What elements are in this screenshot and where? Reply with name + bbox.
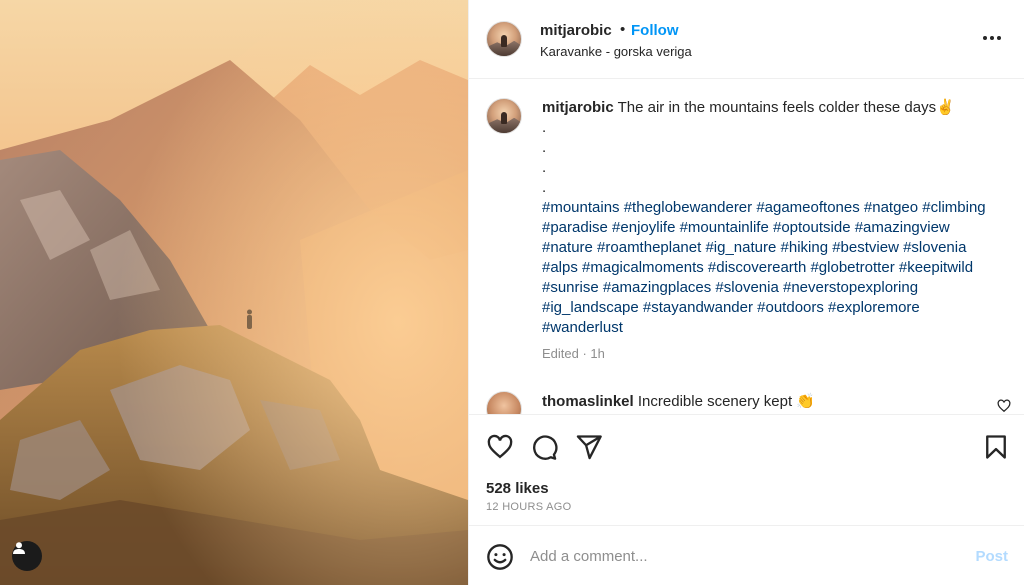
follow-button[interactable]: Follow xyxy=(631,22,679,39)
caption-text: mitjarobic The air in the mountains feel… xyxy=(542,98,1002,338)
post-header: mitjarobic • Follow Karavanke - gorska v… xyxy=(469,0,1024,79)
caption-section: mitjarobic The air in the mountains feel… xyxy=(469,80,1024,414)
user-tag-icon[interactable] xyxy=(12,541,42,571)
post-details-panel: mitjarobic • Follow Karavanke - gorska v… xyxy=(468,0,1024,585)
caption-author[interactable]: mitjarobic xyxy=(542,99,614,116)
comment-bubble-icon[interactable] xyxy=(530,433,558,461)
caption-dot: . xyxy=(542,119,547,136)
post-comment-button[interactable]: Post xyxy=(975,548,1008,565)
caption-hashtags[interactable]: #mountains #theglobewanderer #agameofton… xyxy=(542,198,1002,338)
add-comment-bar: Post xyxy=(469,527,1024,585)
comment-like-icon[interactable] xyxy=(997,399,1011,413)
edited-timestamp: Edited · 1h xyxy=(542,346,605,361)
caption-dot: . xyxy=(542,159,547,176)
author-username[interactable]: mitjarobic xyxy=(540,22,612,39)
caption-body: The air in the mountains feels colder th… xyxy=(617,99,955,116)
emoji-icon[interactable] xyxy=(486,543,514,571)
likes-count[interactable]: 528 likes xyxy=(486,480,549,497)
mountain-scene-image xyxy=(0,0,468,585)
commenter-avatar[interactable] xyxy=(486,391,522,414)
caption-author-avatar[interactable] xyxy=(486,98,522,134)
comment-body: Incredible scenery kept 👏 xyxy=(637,393,815,410)
comment-input[interactable] xyxy=(530,541,950,571)
comment-text: thomaslinkel Incredible scenery kept 👏 xyxy=(542,392,815,410)
location-link[interactable]: Karavanke - gorska veriga xyxy=(540,44,692,59)
post-timestamp[interactable]: 12 HOURS AGO xyxy=(486,501,572,513)
post-photo[interactable] xyxy=(0,0,468,585)
commenter-username[interactable]: thomaslinkel xyxy=(542,393,634,410)
share-send-icon[interactable] xyxy=(575,433,603,461)
caption-dot: . xyxy=(542,179,547,196)
post-actions: 528 likes 12 HOURS AGO xyxy=(469,414,1024,526)
author-avatar[interactable] xyxy=(486,21,522,57)
caption-dot: . xyxy=(542,139,547,156)
more-options-icon[interactable] xyxy=(980,28,1004,48)
like-heart-icon[interactable] xyxy=(486,433,514,461)
person-icon xyxy=(13,542,25,554)
save-bookmark-icon[interactable] xyxy=(982,433,1010,461)
separator-dot: • xyxy=(620,21,626,38)
